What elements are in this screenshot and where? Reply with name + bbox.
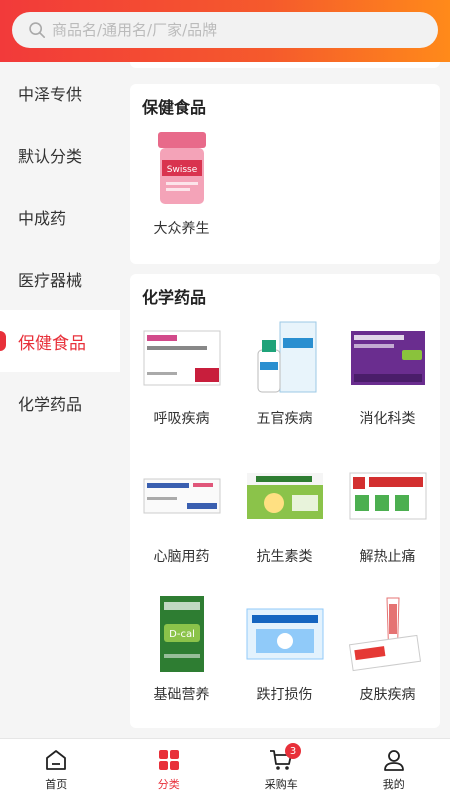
sidebar-item-chemical-drugs[interactable]: 化学药品 <box>0 372 120 434</box>
subcategory-grid: 呼吸疾病 五官疾病 消化科类 心脑用药 抗生素类 解热止痛 D-cal 基础营养… <box>130 314 440 728</box>
subcategory-grid: Swisse 大众养生 <box>130 124 440 262</box>
subcategory-label: 消化科类 <box>359 411 416 427</box>
category-icon <box>158 750 179 770</box>
sidebar-item-zhongze[interactable]: 中泽专供 <box>0 62 120 124</box>
subcategory-label: 皮肤疾病 <box>359 687 416 703</box>
sidebar-item-chinese-medicine[interactable]: 中成药 <box>0 186 120 248</box>
white-box-icon <box>142 456 222 536</box>
subcategory-label: 解热止痛 <box>359 549 416 565</box>
section-chemical-drugs: 化学药品 呼吸疾病 五官疾病 消化科类 心脑用药 抗生素类 解热止痛 D-cal… <box>130 274 440 728</box>
search-bar[interactable] <box>12 12 438 48</box>
capsule-box-icon <box>348 456 428 536</box>
section-health-food: 保健食品 Swisse 大众养生 <box>130 84 440 264</box>
inhaler-box-icon <box>142 318 222 398</box>
green-granule-box-icon <box>245 456 325 536</box>
subcategory-label: 大众养生 <box>153 221 210 237</box>
supplement-jar-icon: Swisse <box>142 128 222 208</box>
purple-box-icon <box>348 318 428 398</box>
previous-section-card <box>130 62 440 68</box>
subcategory-item[interactable]: 五官疾病 <box>233 314 336 452</box>
sidebar-item-medical-device[interactable]: 医疗器械 <box>0 248 120 310</box>
eye-drop-box-icon <box>245 318 325 398</box>
tab-category-label: 分类 <box>157 778 180 791</box>
subcategory-label: 呼吸疾病 <box>153 411 210 427</box>
tab-cart-label: 采购车 <box>264 778 298 791</box>
category-sidebar: 中泽专供 默认分类 中成药 医疗器械 保健食品 化学药品 <box>0 62 120 738</box>
sidebar-item-default[interactable]: 默认分类 <box>0 124 120 186</box>
subcategory-item[interactable]: 消化科类 <box>336 314 439 452</box>
tab-mine-label: 我的 <box>382 778 405 791</box>
user-icon <box>383 750 404 771</box>
search-icon <box>29 22 46 39</box>
subcategory-item[interactable]: 皮肤疾病 <box>336 590 439 728</box>
tab-home[interactable]: 首页 <box>0 739 113 800</box>
calcium-box-icon: D-cal <box>142 594 222 674</box>
home-icon <box>46 750 67 770</box>
subcategory-item[interactable]: 解热止痛 <box>336 452 439 590</box>
header-bar <box>0 0 450 62</box>
subcategory-label: 五官疾病 <box>256 411 313 427</box>
subcategory-item[interactable]: Swisse 大众养生 <box>130 124 233 262</box>
spray-box-icon <box>245 594 325 674</box>
section-title: 保健食品 <box>142 98 207 117</box>
subcategory-item[interactable]: 跌打损伤 <box>233 590 336 728</box>
subcategory-item[interactable]: 呼吸疾病 <box>130 314 233 452</box>
subcategory-item[interactable]: 心脑用药 <box>130 452 233 590</box>
subcategory-label: 跌打损伤 <box>256 687 313 703</box>
tab-mine[interactable]: 我的 <box>338 739 450 800</box>
svg-text:Swisse: Swisse <box>166 165 197 175</box>
ointment-tube-icon <box>348 594 428 674</box>
subcategory-label: 心脑用药 <box>153 549 210 565</box>
bottom-tab-bar: 首页 分类 3 采购车 我的 <box>0 738 450 800</box>
subcategory-item[interactable]: 抗生素类 <box>233 452 336 590</box>
tab-home-label: 首页 <box>45 778 68 791</box>
category-content: 保健食品 Swisse 大众养生 化学药品 呼吸疾病 五官疾病 消化科类 心脑用… <box>120 62 450 738</box>
tab-cart[interactable]: 3 采购车 <box>225 739 338 800</box>
sidebar-item-health-food[interactable]: 保健食品 <box>0 310 120 372</box>
svg-text:D-cal: D-cal <box>169 629 195 640</box>
subcategory-item[interactable]: D-cal 基础营养 <box>130 590 233 728</box>
search-input[interactable] <box>52 21 412 39</box>
section-title: 化学药品 <box>142 288 207 307</box>
subcategory-label: 抗生素类 <box>256 549 313 565</box>
cart-badge: 3 <box>285 743 301 759</box>
subcategory-label: 基础营养 <box>153 687 210 703</box>
tab-category[interactable]: 分类 <box>113 739 226 800</box>
